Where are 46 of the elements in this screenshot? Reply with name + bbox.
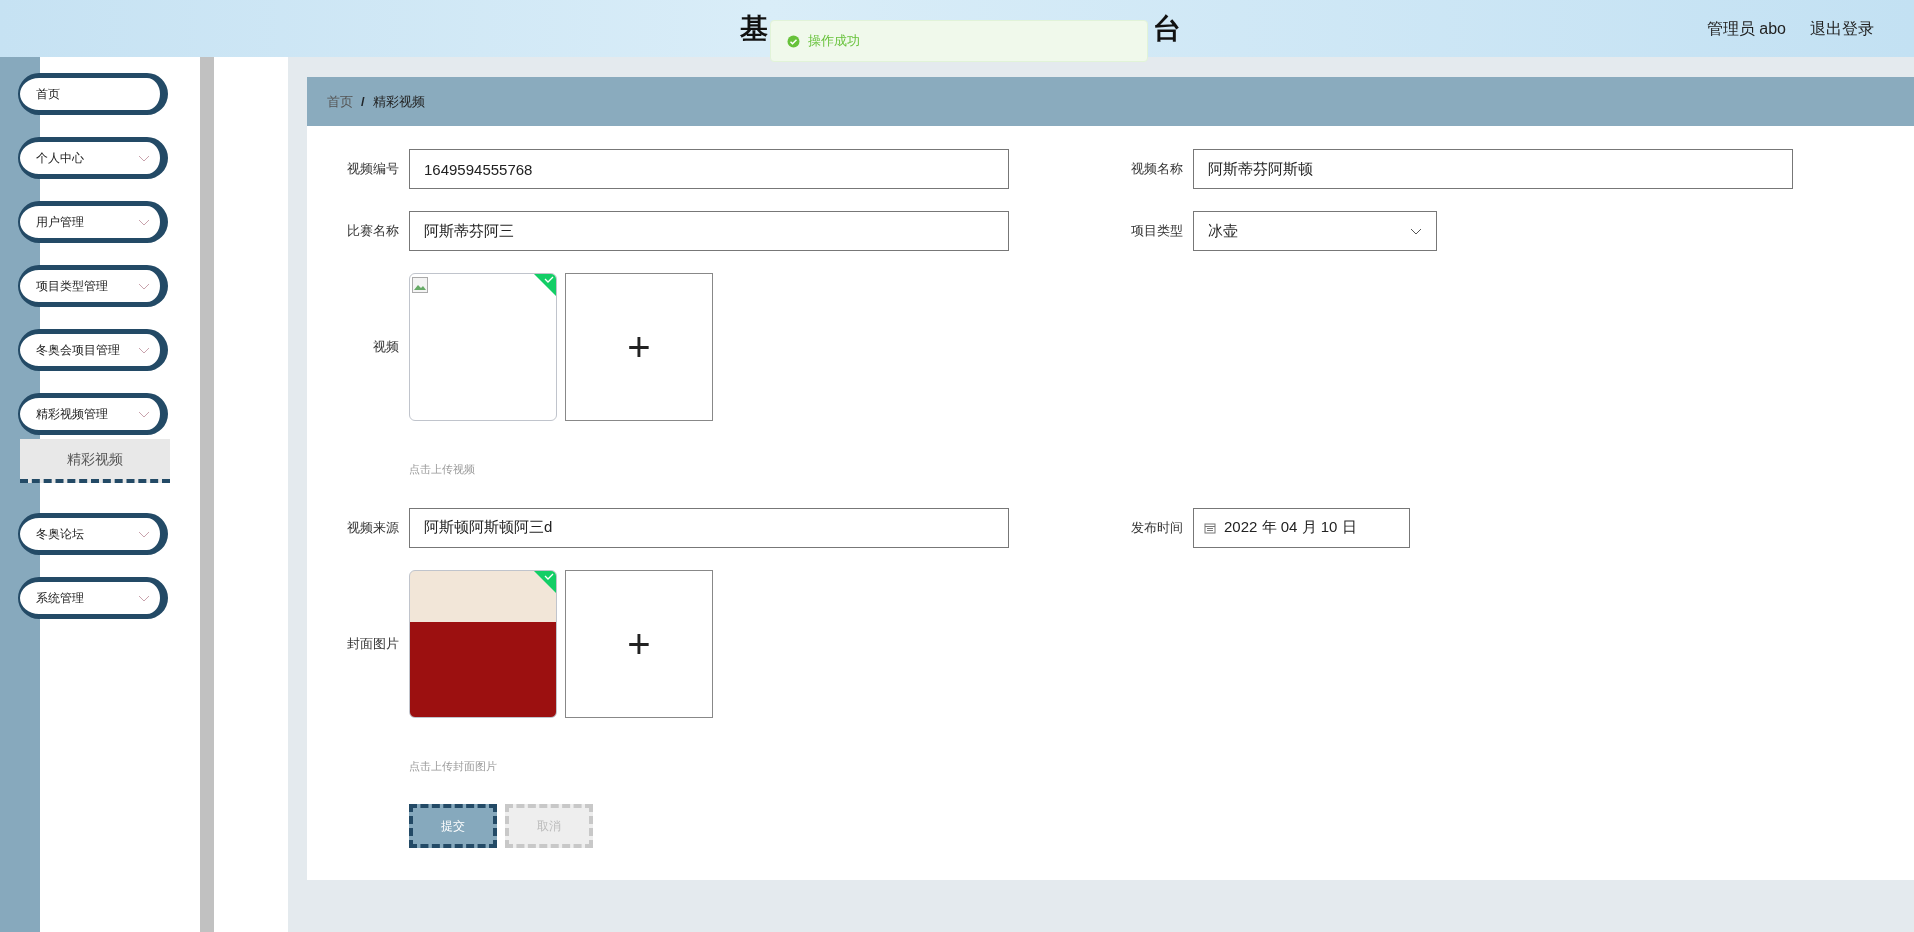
chevron-down-icon bbox=[1410, 227, 1422, 235]
field-label: 发布时间 bbox=[1130, 518, 1183, 537]
field-label: 视频来源 bbox=[346, 518, 399, 537]
logout-link[interactable]: 退出登录 bbox=[1810, 16, 1874, 41]
chevron-down-icon bbox=[138, 154, 150, 162]
sidebar-item[interactable]: 首页 bbox=[18, 73, 168, 115]
breadcrumb-separator: / bbox=[361, 92, 365, 111]
user-name: 管理员 abo bbox=[1706, 18, 1786, 39]
site-title: 台 bbox=[1153, 11, 1181, 46]
upload-add-button[interactable]: + bbox=[565, 273, 713, 421]
sidebar-item[interactable]: 项目类型管理 bbox=[18, 265, 168, 307]
success-icon bbox=[787, 34, 800, 48]
chevron-down-icon bbox=[138, 282, 150, 290]
chevron-down-icon bbox=[138, 594, 150, 602]
chevron-down-icon bbox=[138, 346, 150, 354]
sidebar-subitem[interactable]: 精彩视频 bbox=[20, 439, 170, 483]
site-title: 基 bbox=[740, 11, 768, 46]
broken-image-icon bbox=[412, 276, 428, 293]
text-field[interactable]: 阿斯蒂芬阿三 bbox=[409, 211, 1009, 251]
select-field[interactable]: 冰壶 bbox=[1193, 211, 1437, 251]
field-label: 比赛名称 bbox=[346, 222, 399, 241]
breadcrumb-current: 精彩视频 bbox=[372, 92, 425, 111]
upload-hint: 点击上传封面图片 bbox=[409, 758, 498, 774]
field-label: 视频编号 bbox=[346, 160, 399, 179]
chevron-down-icon bbox=[138, 410, 150, 418]
upload-hint: 点击上传视频 bbox=[409, 462, 476, 477]
toast-message: 操作成功 bbox=[770, 20, 1148, 62]
field-label: 项目类型 bbox=[1130, 222, 1183, 241]
field-label: 视频名称 bbox=[1130, 160, 1183, 179]
chevron-down-icon bbox=[138, 530, 150, 538]
sidebar-item[interactable]: 系统管理 bbox=[18, 577, 168, 619]
text-field[interactable]: 阿斯蒂芬阿斯顿 bbox=[1193, 149, 1793, 189]
text-field[interactable]: 阿斯顿阿斯顿阿三d bbox=[409, 507, 1009, 548]
field-label: 封面图片 bbox=[346, 634, 399, 653]
text-field[interactable]: 1649594555768 bbox=[409, 149, 1009, 189]
sidebar-item[interactable]: 个人中心 bbox=[18, 137, 168, 179]
scrollbar[interactable] bbox=[200, 57, 214, 932]
sidebar-item[interactable]: 精彩视频管理 bbox=[18, 393, 168, 435]
date-field[interactable]: 2022 年 04 月 10 日 bbox=[1193, 507, 1410, 548]
upload-add-button[interactable]: + bbox=[565, 569, 713, 718]
sidebar-item[interactable]: 冬奥会项目管理 bbox=[18, 329, 168, 371]
chevron-down-icon bbox=[138, 218, 150, 226]
calendar-icon bbox=[1204, 521, 1216, 534]
field-label: 视频 bbox=[372, 338, 399, 357]
sidebar-item[interactable]: 用户管理 bbox=[18, 201, 168, 243]
sidebar-item[interactable]: 冬奥论坛 bbox=[18, 513, 168, 555]
